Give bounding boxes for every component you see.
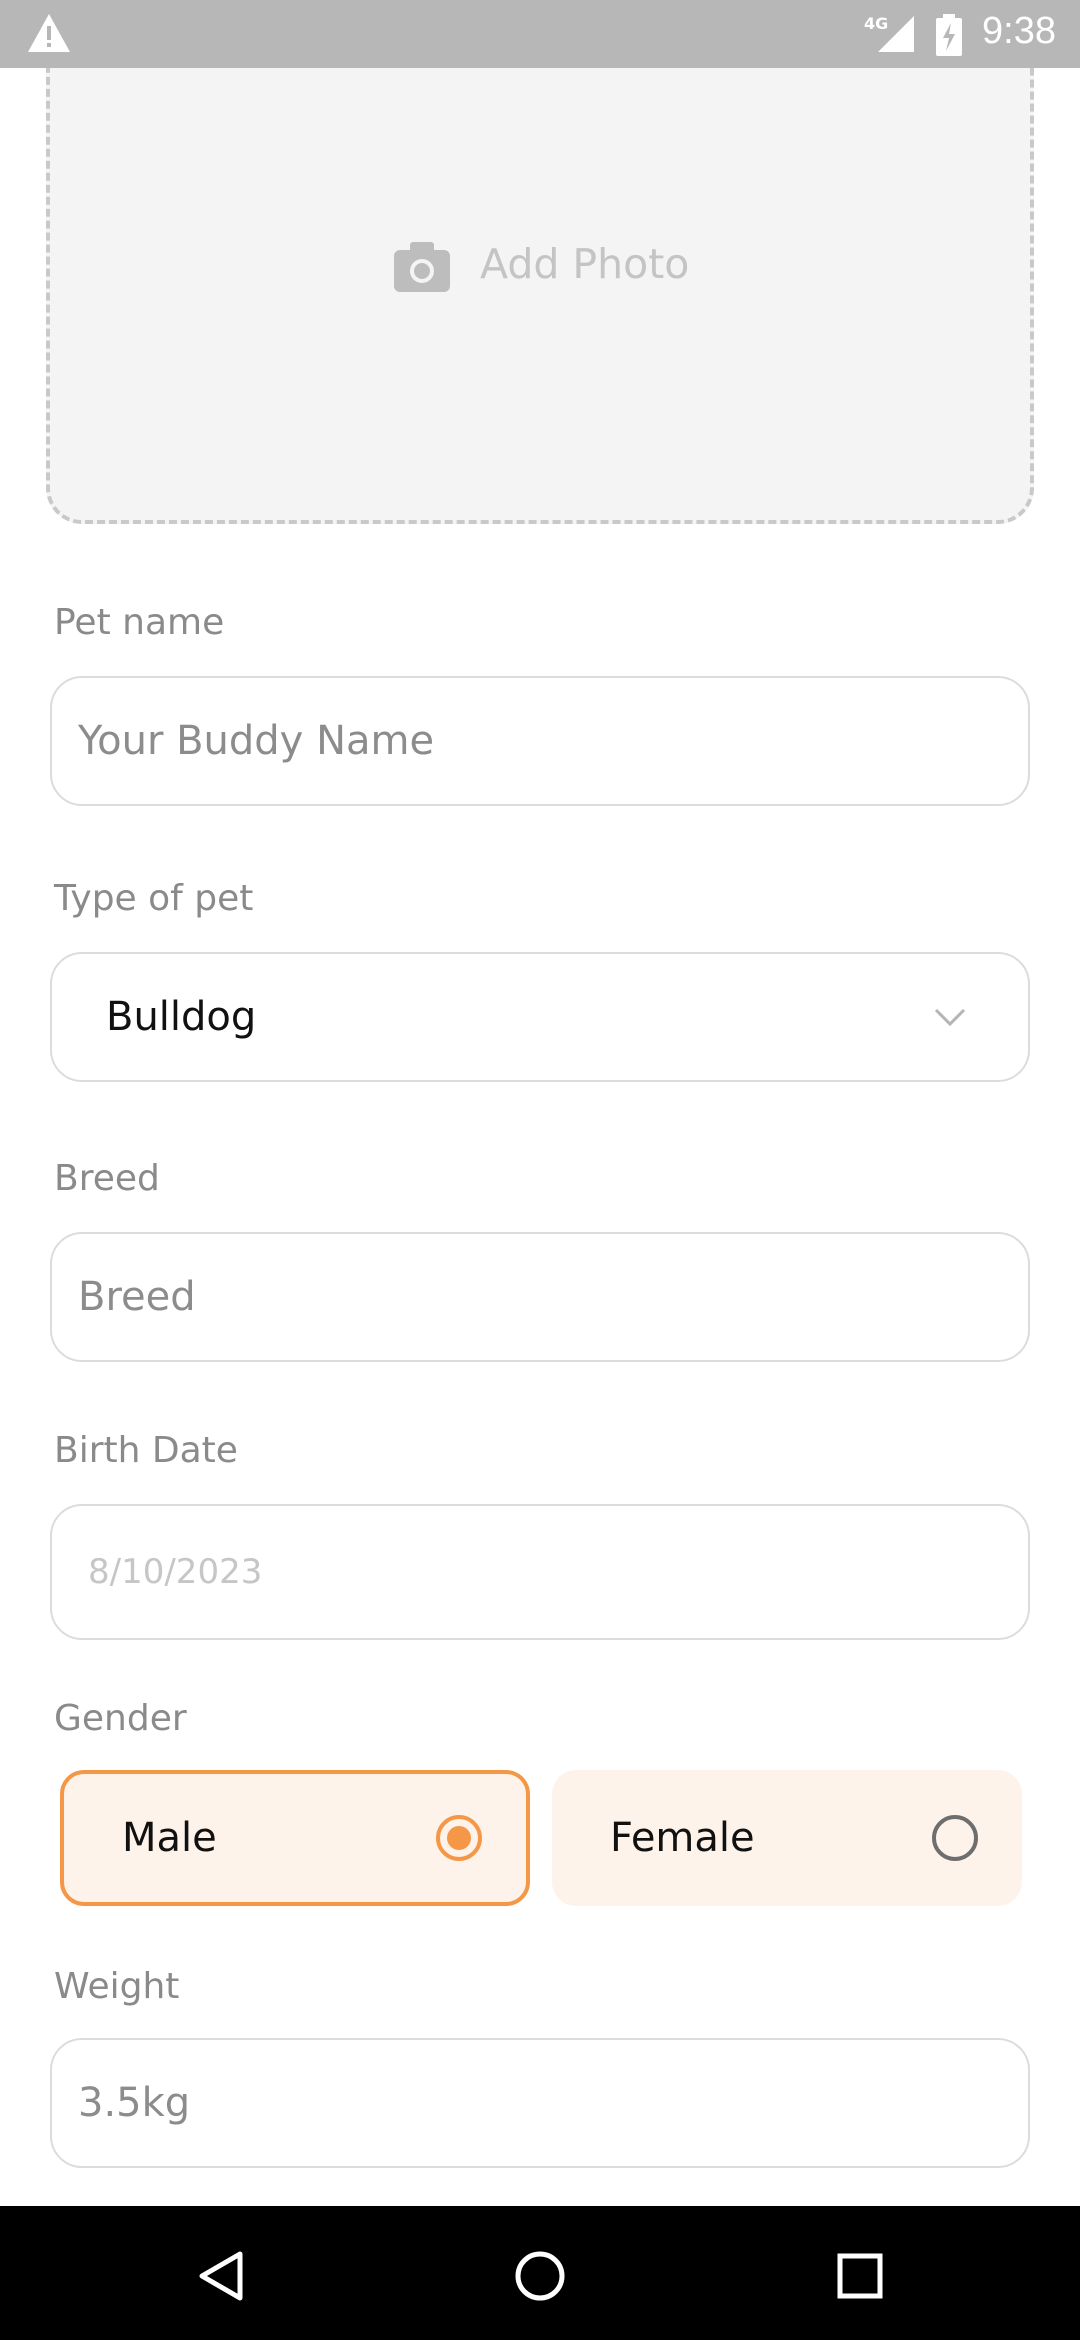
pet-name-input[interactable]: Your Buddy Name	[50, 676, 1030, 806]
breed-placeholder: Breed	[78, 1274, 196, 1320]
add-photo-area[interactable]: Add Photo	[46, 0, 1034, 524]
radio-unselected-icon	[932, 1815, 978, 1861]
weight-label: Weight	[54, 1966, 180, 2007]
pet-name-label: Pet name	[54, 602, 225, 643]
birth-date-label: Birth Date	[54, 1430, 238, 1471]
type-of-pet-select[interactable]: Bulldog	[50, 952, 1030, 1082]
type-of-pet-value: Bulldog	[106, 994, 257, 1040]
gender-option-label: Male	[122, 1815, 217, 1861]
status-time: 9:38	[982, 10, 1056, 52]
type-of-pet-label: Type of pet	[54, 878, 254, 919]
recents-icon[interactable]	[830, 2246, 890, 2306]
camera-icon	[394, 242, 450, 292]
gender-option-label: Female	[610, 1815, 755, 1861]
add-photo-label: Add Photo	[480, 240, 690, 288]
signal-icon	[878, 16, 914, 52]
chevron-down-icon	[934, 1008, 966, 1027]
warning-icon	[28, 14, 70, 52]
weight-value: 3.5kg	[78, 2080, 191, 2126]
gender-option-male[interactable]: Male	[60, 1770, 530, 1906]
gender-option-female[interactable]: Female	[552, 1770, 1022, 1906]
breed-input[interactable]: Breed	[50, 1232, 1030, 1362]
battery-charging-icon	[936, 14, 962, 56]
system-nav-bar	[0, 2206, 1080, 2340]
status-bar: 4G 9:38	[0, 0, 1080, 68]
birth-date-placeholder: 8/10/2023	[88, 1552, 263, 1592]
breed-label: Breed	[54, 1158, 160, 1199]
birth-date-input[interactable]: 8/10/2023	[50, 1504, 1030, 1640]
weight-input[interactable]: 3.5kg	[50, 2038, 1030, 2168]
back-icon[interactable]	[192, 2246, 252, 2306]
pet-name-placeholder: Your Buddy Name	[78, 718, 435, 764]
gender-label: Gender	[54, 1698, 187, 1739]
radio-selected-icon	[436, 1815, 482, 1861]
home-icon[interactable]	[510, 2246, 570, 2306]
